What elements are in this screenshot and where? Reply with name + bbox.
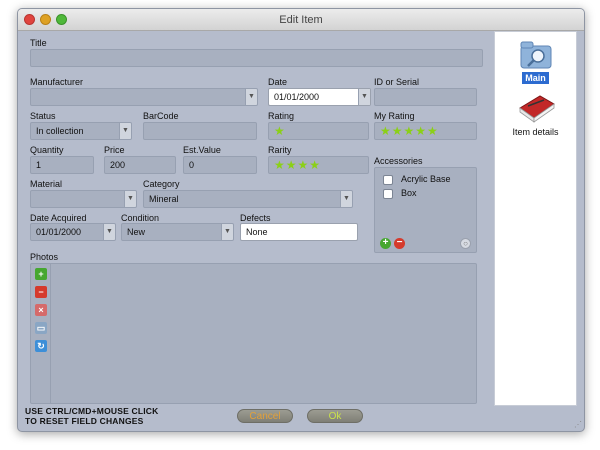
condition-label: Condition <box>121 213 160 223</box>
chevron-down-icon[interactable]: ▼ <box>221 224 233 240</box>
my-rating-stars: ★★★★★ <box>380 124 439 138</box>
rating-field[interactable]: ★ <box>268 122 369 140</box>
category-label: Category <box>143 179 180 189</box>
sidebar-item-label: Item details <box>512 127 559 137</box>
rarity-stars: ★★★★ <box>274 158 322 172</box>
defects-label: Defects <box>240 213 271 223</box>
accessory-item-acrylic-base[interactable]: Acrylic Base <box>383 173 451 185</box>
photos-label: Photos <box>30 252 59 262</box>
checkbox[interactable] <box>383 188 393 199</box>
remove-photo-icon[interactable]: − <box>35 286 47 298</box>
price-field[interactable]: 200 <box>104 156 176 174</box>
date-value: 01/01/2000 <box>274 92 320 102</box>
options-icon[interactable]: ○ <box>460 238 471 249</box>
ok-button[interactable]: Ok <box>307 409 363 423</box>
my-rating-label: My Rating <box>374 111 415 121</box>
my-rating-field[interactable]: ★★★★★ <box>374 122 477 140</box>
id-serial-field[interactable] <box>374 88 477 106</box>
date-label: Date <box>268 77 288 87</box>
title-bar[interactable]: Edit Item <box>18 9 584 31</box>
material-label: Material <box>30 179 63 189</box>
sidebar-item-main[interactable]: Main <box>495 38 576 84</box>
accessory-label: Box <box>401 188 417 198</box>
status-combo[interactable]: In collection ▼ <box>30 122 132 140</box>
accessory-item-box[interactable]: Box <box>383 187 417 199</box>
date-acquired-label: Date Acquired <box>30 213 87 223</box>
status-value: In collection <box>36 126 84 136</box>
accessory-label: Acrylic Base <box>401 174 451 184</box>
edit-item-window: Edit Item Title Manufacturer ▼ Date 01/0… <box>17 8 585 432</box>
resize-grip-icon[interactable]: ⋰ <box>574 420 582 429</box>
add-photo-icon[interactable]: + <box>35 268 47 280</box>
window-title: Edit Item <box>279 14 323 26</box>
sidebar-item-item-details[interactable]: Item details <box>495 92 576 138</box>
date-field[interactable]: 01/01/2000 ▼ <box>268 88 371 106</box>
reset-hint: USE CTRL/CMD+MOUSE CLICK TO RESET FIELD … <box>25 406 158 426</box>
add-accessory-icon[interactable]: + <box>380 238 391 249</box>
id-serial-label: ID or Serial <box>374 77 420 87</box>
reset-hint-line2: TO RESET FIELD CHANGES <box>25 416 144 426</box>
category-value: Mineral <box>149 194 179 204</box>
category-combo[interactable]: Mineral ▼ <box>143 190 353 208</box>
rarity-field[interactable]: ★★★★ <box>268 156 369 174</box>
photos-area[interactable]: + − × ▭ ↻ <box>30 263 477 404</box>
cancel-button[interactable]: Cancel <box>237 409 293 423</box>
refresh-photo-icon[interactable]: ↻ <box>35 340 47 352</box>
chevron-down-icon[interactable]: ▼ <box>340 191 352 207</box>
est-value-label: Est.Value <box>183 145 221 155</box>
condition-value: New <box>127 227 146 237</box>
barcode-field[interactable] <box>143 122 257 140</box>
rating-stars: ★ <box>274 124 286 138</box>
quantity-field[interactable]: 1 <box>30 156 94 174</box>
photos-toolbar: + − × ▭ ↻ <box>31 264 51 403</box>
status-label: Status <box>30 111 56 121</box>
edit-photo-icon[interactable]: ▭ <box>35 322 47 334</box>
chevron-down-icon[interactable]: ▼ <box>103 224 115 240</box>
accessories-label: Accessories <box>374 156 423 166</box>
date-acquired-field[interactable]: 01/01/2000 ▼ <box>30 223 116 241</box>
rating-label: Rating <box>268 111 295 121</box>
book-icon <box>518 95 555 123</box>
sidebar-item-label: Main <box>522 72 549 84</box>
date-acquired-value: 01/01/2000 <box>36 227 82 237</box>
title-field[interactable] <box>30 49 483 67</box>
est-value-field[interactable]: 0 <box>183 156 257 174</box>
quantity-label: Quantity <box>30 145 64 155</box>
reset-hint-line1: USE CTRL/CMD+MOUSE CLICK <box>25 406 159 416</box>
folder-search-icon <box>520 41 551 69</box>
section-sidebar: Main Item details <box>494 31 577 406</box>
material-combo[interactable]: ▼ <box>30 190 137 208</box>
checkbox[interactable] <box>383 174 393 185</box>
defects-field[interactable]: None <box>240 223 358 241</box>
price-label: Price <box>104 145 125 155</box>
chevron-down-icon[interactable]: ▼ <box>119 123 131 139</box>
chevron-down-icon[interactable]: ▼ <box>124 191 136 207</box>
chevron-down-icon[interactable]: ▼ <box>358 89 370 105</box>
manufacturer-label: Manufacturer <box>30 77 84 87</box>
chevron-down-icon[interactable]: ▼ <box>245 89 257 105</box>
condition-combo[interactable]: New ▼ <box>121 223 234 241</box>
title-label: Title <box>30 38 47 48</box>
accessories-list: Acrylic Base Box + − ○ <box>374 167 477 253</box>
manufacturer-combo[interactable]: ▼ <box>30 88 258 106</box>
rarity-label: Rarity <box>268 145 292 155</box>
barcode-label: BarCode <box>143 111 179 121</box>
remove-accessory-icon[interactable]: − <box>394 238 405 249</box>
delete-photo-icon[interactable]: × <box>35 304 47 316</box>
